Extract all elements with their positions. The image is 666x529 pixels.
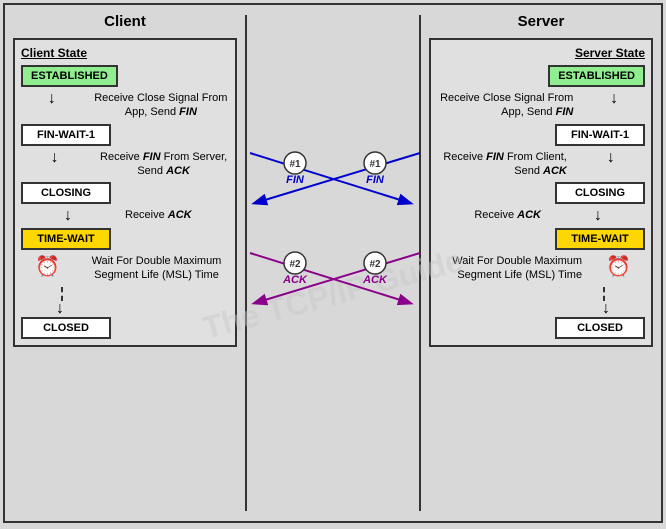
server-state-title: Server State [437,46,645,60]
client-desc-1: Receive Close Signal From App, Send FIN [93,91,229,120]
client-finwait1: FIN-WAIT-1 [21,124,111,146]
server-desc-1: Receive Close Signal From App, Send FIN [437,91,573,120]
server-finwait1: FIN-WAIT-1 [555,124,645,146]
server-title: Server [429,13,653,30]
main-diagram: The TCP/IP Guide #1 [3,3,663,523]
server-closed: CLOSED [555,317,645,339]
client-closing: CLOSING [21,182,111,204]
client-desc-2: Receive FIN From Server, Send ACK [98,150,229,179]
client-state-title: Client State [21,46,229,60]
client-timewait: TIME-WAIT [21,228,111,250]
server-desc-3: Receive ACK [474,208,541,222]
server-established: ESTABLISHED [548,65,645,87]
client-established: ESTABLISHED [21,65,118,87]
server-desc-2: Receive FIN From Client, Send ACK [437,150,567,179]
server-column: Server Server State ESTABLISHED ↓ Receiv… [421,5,661,521]
server-timewait: TIME-WAIT [555,228,645,250]
server-closing: CLOSING [555,182,645,204]
client-column: Client Client State ESTABLISHED ↓ Receiv… [5,5,245,521]
server-desc-4: Wait For Double Maximum Segment Life (MS… [437,254,582,283]
middle-area [247,5,419,521]
client-closed: CLOSED [21,317,111,339]
client-desc-3: Receive ACK [125,208,192,222]
client-title: Client [13,13,237,30]
client-desc-4: Wait For Double Maximum Segment Life (MS… [84,254,229,283]
